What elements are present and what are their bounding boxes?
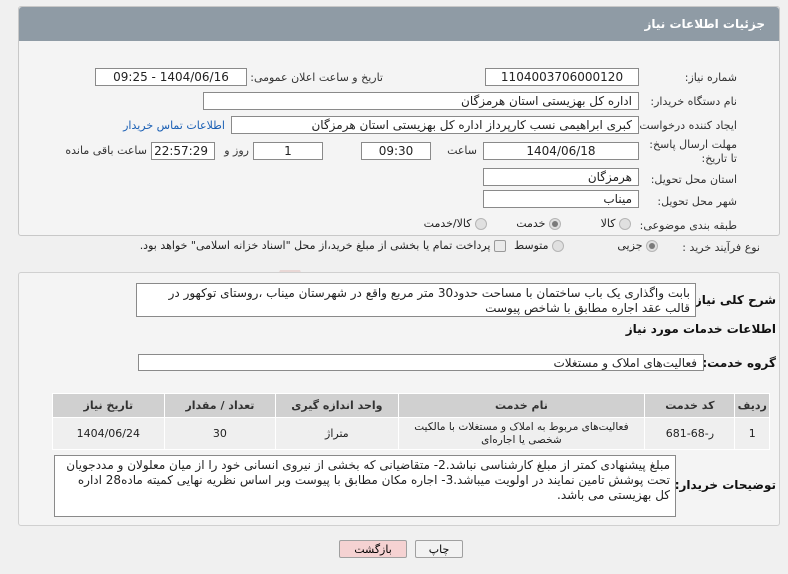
purchase-type-label: نوع فرآیند خرید : xyxy=(682,241,760,254)
purchase-option-medium[interactable]: متوسط xyxy=(514,239,564,252)
remaining-time-label: ساعت باقی مانده xyxy=(65,144,147,157)
buyer-contact-link[interactable]: اطلاعات تماس خریدار xyxy=(123,119,225,132)
service-group-field[interactable]: فعالیت‌های املاک و مستغلات xyxy=(138,354,704,371)
col-header-row-number: ردیف xyxy=(734,393,770,418)
category-service-label: خدمت xyxy=(516,217,546,230)
panel-title: جزئیات اطلاعات نیاز xyxy=(19,7,779,41)
deadline-date-field[interactable]: 1404/06/18 xyxy=(483,142,639,160)
services-info-title: اطلاعات خدمات مورد نیاز xyxy=(625,322,776,336)
category-option-goods[interactable]: کالا xyxy=(601,217,631,230)
col-header-service-name: نام خدمت xyxy=(397,393,646,418)
category-service-radio[interactable] xyxy=(549,218,561,230)
announce-datetime-label: تاریخ و ساعت اعلان عمومی: xyxy=(250,71,383,84)
buyer-org-label: نام دستگاه خریدار: xyxy=(650,95,737,108)
services-table-header-row: ردیف کد خدمت نام خدمت واحد اندازه گیری ت… xyxy=(52,393,770,418)
cell-quantity: 30 xyxy=(163,417,277,450)
back-button[interactable]: بازگشت xyxy=(339,540,407,558)
cell-need-date: 1404/06/24 xyxy=(52,417,165,450)
col-header-service-code: کد خدمت xyxy=(644,393,736,418)
cell-service-name: فعالیت‌های مربوط به املاک و مستغلات با م… xyxy=(397,417,646,450)
deadline-time-field[interactable]: 09:30 xyxy=(361,142,431,160)
remaining-time-field: 22:57:29 xyxy=(151,142,215,160)
purchase-medium-label: متوسط xyxy=(513,239,549,252)
col-header-unit: واحد اندازه گیری xyxy=(275,393,399,418)
city-field[interactable]: میناب xyxy=(483,190,639,208)
category-goods-radio[interactable] xyxy=(619,218,631,230)
category-label: طبقه بندی موضوعی: xyxy=(639,219,737,232)
cell-row-number: 1 xyxy=(734,417,770,450)
category-goods-label: کالا xyxy=(600,217,616,230)
announce-datetime-field[interactable]: 1404/06/16 - 09:25 xyxy=(95,68,247,86)
category-option-service[interactable]: خدمت xyxy=(516,217,561,230)
requester-field[interactable]: کبری ابراهیمی نسب کارپرداز اداره کل بهزی… xyxy=(231,116,639,134)
days-label: روز و xyxy=(224,144,249,157)
category-option-goods-service[interactable]: کالا/خدمت xyxy=(424,217,487,230)
treasury-payment-checkbox-row[interactable]: پرداخت تمام یا بخشی از مبلغ خرید،از محل … xyxy=(140,239,506,252)
buyer-notes-label: توضیحات خریدار: xyxy=(674,478,776,492)
category-goods-service-label: کالا/خدمت xyxy=(423,217,472,230)
cell-unit: متراژ xyxy=(275,417,399,450)
purchase-minor-radio[interactable] xyxy=(646,240,658,252)
purchase-minor-label: جزیی xyxy=(617,239,643,252)
deadline-label: مهلت ارسال پاسخ: تا تاریخ: xyxy=(649,138,737,165)
need-number-field[interactable]: 1104003706000120 xyxy=(485,68,639,86)
need-details-panel: جزئیات اطلاعات نیاز شماره نیاز: 11040037… xyxy=(18,6,780,236)
province-field[interactable]: هرمزگان xyxy=(483,168,639,186)
general-desc-label: شرح کلی نیاز: xyxy=(690,293,776,307)
remaining-days-field: 1 xyxy=(253,142,323,160)
general-desc-textarea[interactable]: بابت واگذاری یک باب ساختمان با مساحت حدو… xyxy=(136,283,696,317)
city-label: شهر محل تحویل: xyxy=(657,195,737,208)
col-header-quantity: تعداد / مقدار xyxy=(163,393,277,418)
purchase-medium-radio[interactable] xyxy=(552,240,564,252)
treasury-payment-note: پرداخت تمام یا بخشی از مبلغ خرید،از محل … xyxy=(139,239,491,252)
buyer-org-field[interactable]: اداره کل بهزیستی استان هرمزگان xyxy=(203,92,639,110)
buyer-notes-textarea[interactable]: مبلغ پیشنهادی کمتر از مبلغ کارشناسی نباش… xyxy=(54,455,676,517)
service-group-label: گروه خدمت: xyxy=(702,356,776,370)
deadline-time-label: ساعت xyxy=(447,144,477,157)
purchase-option-minor[interactable]: جزیی xyxy=(617,239,658,252)
print-button[interactable]: چاپ xyxy=(415,540,463,558)
cell-service-code: ر-68-681 xyxy=(644,417,736,450)
province-label: استان محل تحویل: xyxy=(650,173,737,186)
need-number-label: شماره نیاز: xyxy=(684,71,737,84)
category-goods-service-radio[interactable] xyxy=(475,218,487,230)
treasury-payment-checkbox[interactable] xyxy=(494,240,506,252)
services-table: ردیف کد خدمت نام خدمت واحد اندازه گیری ت… xyxy=(52,393,770,450)
table-row: 1 ر-68-681 فعالیت‌های مربوط به املاک و م… xyxy=(52,417,770,450)
col-header-need-date: تاریخ نیاز xyxy=(52,393,165,418)
requester-label: ایجاد کننده درخواست: xyxy=(635,119,737,132)
